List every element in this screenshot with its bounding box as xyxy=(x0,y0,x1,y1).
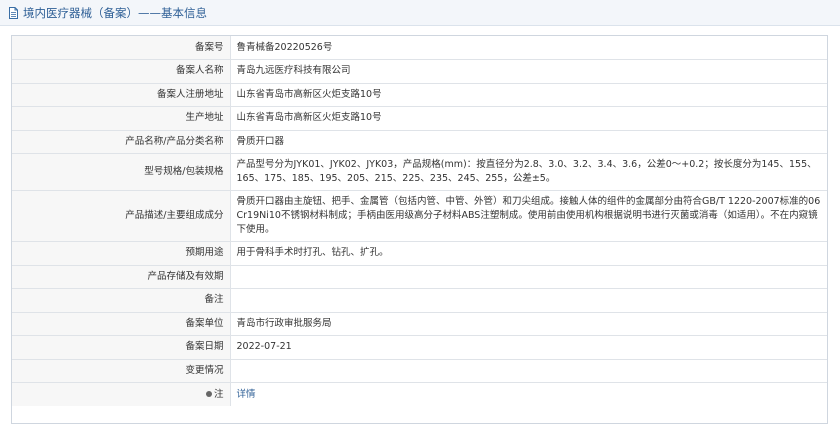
row-label: 产品存储及有效期 xyxy=(12,265,231,289)
row-label: 产品名称/产品分类名称 xyxy=(12,130,231,154)
table-row-remarks: 备注 xyxy=(12,288,827,313)
table-row-changes: 变更情况 xyxy=(12,359,827,383)
page-title: 境内医疗器械（备案）——基本信息 xyxy=(23,5,207,20)
row-value xyxy=(230,265,827,289)
table-row-note: 注 详情 xyxy=(12,382,827,406)
row-label: 产品描述/主要组成成分 xyxy=(12,190,231,242)
row-label: 备案人名称 xyxy=(12,59,231,84)
row-label: 备注 xyxy=(12,288,231,313)
row-value: 鲁青械备20220526号 xyxy=(230,36,827,60)
row-label: 备案号 xyxy=(12,36,231,60)
row-value: 青岛九远医疗科技有限公司 xyxy=(230,59,827,84)
table-row-production-address: 生产地址 山东省青岛市高新区火炬支路10号 xyxy=(12,106,827,131)
table-row-product-name: 产品名称/产品分类名称 骨质开口器 xyxy=(12,130,827,154)
row-value: 青岛市行政审批服务局 xyxy=(230,312,827,336)
table-row-storage: 产品存储及有效期 xyxy=(12,265,827,289)
row-label: 备案单位 xyxy=(12,312,231,336)
row-value: 用于骨科手术时打孔、钻孔、扩孔。 xyxy=(230,241,827,266)
table-row-registrant-name: 备案人名称 青岛九远医疗科技有限公司 xyxy=(12,59,827,84)
row-value: 山东省青岛市高新区火炬支路10号 xyxy=(230,83,827,107)
row-value: 骨质开口器由主旋钮、把手、金属管（包括内管、中管、外管）和刀尖组成。接触人体的组… xyxy=(230,190,827,242)
note-label: 注 xyxy=(213,388,224,400)
row-value: 2022-07-21 xyxy=(230,335,827,360)
row-value: 详情 xyxy=(230,382,827,406)
table-row-product-description: 产品描述/主要组成成分 骨质开口器由主旋钮、把手、金属管（包括内管、中管、外管）… xyxy=(12,190,827,242)
document-icon xyxy=(9,6,18,19)
info-panel: 备案号 鲁青械备20220526号 备案人名称 青岛九远医疗科技有限公司 备案人… xyxy=(11,35,828,424)
table-row-model-spec: 型号规格/包装规格 产品型号分为JYK01、JYK02、JYK03，产品规格(m… xyxy=(12,153,827,191)
row-label: 生产地址 xyxy=(12,106,231,131)
table-row-filing-date: 备案日期 2022-07-21 xyxy=(12,335,827,360)
row-label: 变更情况 xyxy=(12,359,231,383)
table-row-intended-use: 预期用途 用于骨科手术时打孔、钻孔、扩孔。 xyxy=(12,241,827,266)
table-row-record-number: 备案号 鲁青械备20220526号 xyxy=(12,36,827,60)
bullet-icon xyxy=(205,391,212,397)
row-label: 预期用途 xyxy=(12,241,231,266)
row-value: 山东省青岛市高新区火炬支路10号 xyxy=(230,106,827,131)
row-label: 型号规格/包装规格 xyxy=(12,153,231,191)
row-value xyxy=(230,288,827,313)
page-header: 境内医疗器械（备案）——基本信息 xyxy=(0,0,840,26)
table-row-registrant-address: 备案人注册地址 山东省青岛市高新区火炬支路10号 xyxy=(12,83,827,107)
row-label: 备案人注册地址 xyxy=(12,83,231,107)
row-value: 骨质开口器 xyxy=(230,130,827,154)
info-table: 备案号 鲁青械备20220526号 备案人名称 青岛九远医疗科技有限公司 备案人… xyxy=(12,36,827,406)
details-link[interactable]: 详情 xyxy=(237,389,256,400)
row-label: 备案日期 xyxy=(12,335,231,360)
row-value: 产品型号分为JYK01、JYK02、JYK03，产品规格(mm)：按直径分为2.… xyxy=(230,153,827,191)
row-value xyxy=(230,359,827,383)
table-row-filing-unit: 备案单位 青岛市行政审批服务局 xyxy=(12,312,827,336)
row-label: 注 xyxy=(12,382,231,406)
